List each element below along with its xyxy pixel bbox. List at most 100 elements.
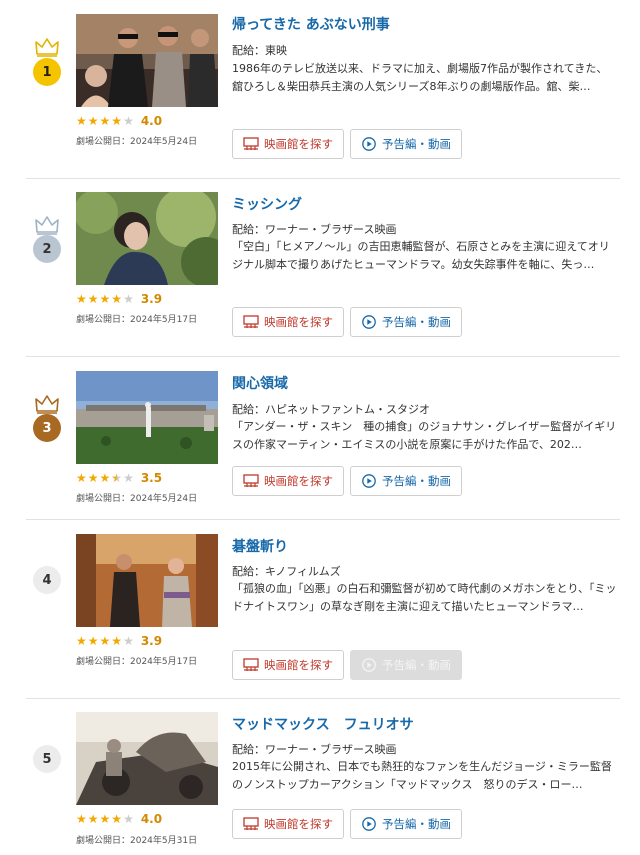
rating-score: 4.0 bbox=[140, 812, 163, 826]
star-icon: ★ bbox=[76, 812, 87, 826]
rating-score: 3.5 bbox=[140, 471, 163, 485]
star-icon: ★ bbox=[123, 114, 134, 128]
trailer-button[interactable]: 予告編・動画 bbox=[350, 466, 462, 496]
divider bbox=[26, 178, 620, 179]
rating-score: 3.9 bbox=[140, 292, 163, 306]
movie-title[interactable]: 関心領域 bbox=[232, 373, 288, 393]
rating-score: 4.0 bbox=[140, 114, 163, 128]
release-date: 劇場公開日：2024年5月17日 bbox=[76, 657, 198, 667]
find-theater-button[interactable]: 映画館を探す bbox=[232, 650, 344, 680]
star-icon: ★ bbox=[99, 634, 111, 648]
movie-poster[interactable] bbox=[76, 192, 218, 285]
star-icon: ★ bbox=[123, 471, 134, 485]
find-theater-button[interactable]: 映画館を探す bbox=[232, 129, 344, 159]
movie-title[interactable]: マッドマックス フュリオサ bbox=[232, 714, 414, 734]
trailer-label: 予告編・動画 bbox=[382, 315, 451, 329]
distributor: 配給：ハピネットファントム・スタジオ bbox=[232, 403, 430, 416]
rating-stars: ★ ★ ★ ★ ★ 3.9 bbox=[76, 633, 162, 649]
find-theater-button[interactable]: 映画館を探す bbox=[232, 466, 344, 496]
movie-poster[interactable] bbox=[76, 14, 218, 107]
play-icon bbox=[361, 658, 377, 672]
star-icon: ★ bbox=[123, 634, 134, 648]
rank-badge: 2 bbox=[33, 235, 61, 263]
rating-stars: ★ ★ ★ ★ ★ 4.0 bbox=[76, 811, 162, 827]
movie-title[interactable]: 碁盤斬り bbox=[232, 536, 288, 556]
star-icon: ★ bbox=[111, 114, 123, 128]
star-icon: ★ bbox=[123, 812, 134, 826]
movie-description: 1986年のテレビ放送以来、ドラマに加え、劇場版7作品が製作されてきた、舘ひろし… bbox=[232, 62, 608, 93]
star-icon: ★ bbox=[99, 812, 111, 826]
theater-icon bbox=[243, 658, 259, 672]
find-theater-button[interactable]: 映画館を探す bbox=[232, 809, 344, 839]
star-icon: ★ bbox=[99, 471, 111, 485]
star-icon: ★ bbox=[76, 292, 87, 306]
rating-score: 3.9 bbox=[140, 634, 163, 648]
star-icon: ★ bbox=[87, 634, 99, 648]
movie-description: 「孤狼の血」「凶悪」の白石和彌監督が初めて時代劇のメガホンをとり、「ミッドナイト… bbox=[232, 582, 617, 613]
play-icon bbox=[361, 315, 377, 329]
movie-description: 2015年に公開され、日本でも熱狂的なファンを生んだジョージ・ミラー監督のノンス… bbox=[232, 760, 612, 791]
crown-icon-silver bbox=[35, 216, 59, 235]
star-icon: ★ bbox=[111, 471, 123, 485]
star-icon: ★ bbox=[99, 114, 111, 128]
theater-icon bbox=[243, 474, 259, 488]
movie-title[interactable]: 帰ってきた あぶない刑事 bbox=[232, 14, 390, 34]
trailer-button: 予告編・動画 bbox=[350, 650, 462, 680]
theater-icon bbox=[243, 137, 259, 151]
trailer-button[interactable]: 予告編・動画 bbox=[350, 809, 462, 839]
star-icon: ★ bbox=[87, 471, 99, 485]
release-date: 劇場公開日：2024年5月17日 bbox=[76, 315, 198, 325]
play-icon bbox=[361, 474, 377, 488]
trailer-label: 予告編・動画 bbox=[382, 474, 451, 488]
rating-stars: ★ ★ ★ ★ ★ 3.5 bbox=[76, 470, 162, 486]
rating-stars: ★ ★ ★ ★ ★ 4.0 bbox=[76, 113, 162, 129]
star-icon: ★ bbox=[87, 812, 99, 826]
theater-icon bbox=[243, 315, 259, 329]
distributor: 配給：ワーナー・ブラザース映画 bbox=[232, 223, 397, 236]
crown-icon-gold bbox=[35, 38, 59, 57]
find-theater-label: 映画館を探す bbox=[264, 137, 333, 151]
crown-icon-bronze bbox=[35, 395, 59, 414]
star-icon: ★ bbox=[111, 634, 123, 648]
rank-badge: 1 bbox=[33, 58, 61, 86]
movie-poster[interactable] bbox=[76, 534, 218, 627]
find-theater-label: 映画館を探す bbox=[264, 658, 333, 672]
trailer-label: 予告編・動画 bbox=[382, 817, 451, 831]
star-icon: ★ bbox=[111, 812, 123, 826]
star-icon: ★ bbox=[111, 292, 123, 306]
divider bbox=[26, 519, 620, 520]
divider bbox=[26, 356, 620, 357]
rank-badge: 4 bbox=[33, 566, 61, 594]
star-icon: ★ bbox=[76, 634, 87, 648]
star-icon: ★ bbox=[87, 292, 99, 306]
release-date: 劇場公開日：2024年5月31日 bbox=[76, 836, 198, 846]
rank-badge: 3 bbox=[33, 414, 61, 442]
rank-badge: 5 bbox=[33, 745, 61, 773]
movie-description: 「アンダー・ザ・スキン 種の捕食」のジョナサン・グレイザー監督がイギリスの作家マ… bbox=[232, 420, 617, 451]
star-icon: ★ bbox=[123, 292, 134, 306]
play-icon bbox=[361, 817, 377, 831]
movie-poster[interactable] bbox=[76, 371, 218, 464]
rating-stars: ★ ★ ★ ★ ★ 3.9 bbox=[76, 291, 162, 307]
distributor: 配給：キノフィルムズ bbox=[232, 565, 341, 578]
movie-poster[interactable] bbox=[76, 712, 218, 805]
star-icon: ★ bbox=[99, 292, 111, 306]
divider bbox=[26, 698, 620, 699]
movie-title[interactable]: ミッシング bbox=[232, 194, 302, 214]
star-icon: ★ bbox=[87, 114, 99, 128]
trailer-label: 予告編・動画 bbox=[382, 137, 451, 151]
find-theater-button[interactable]: 映画館を探す bbox=[232, 307, 344, 337]
distributor: 配給：東映 bbox=[232, 44, 287, 57]
find-theater-label: 映画館を探す bbox=[264, 817, 333, 831]
release-date: 劇場公開日：2024年5月24日 bbox=[76, 137, 198, 147]
star-icon: ★ bbox=[76, 471, 87, 485]
trailer-button[interactable]: 予告編・動画 bbox=[350, 307, 462, 337]
star-icon: ★ bbox=[76, 114, 87, 128]
find-theater-label: 映画館を探す bbox=[264, 474, 333, 488]
movie-description: 「空白」「ヒメアノ～ル」の吉田恵輔監督が、石原さとみを主演に迎えてオリジナル脚本… bbox=[232, 240, 610, 271]
release-date: 劇場公開日：2024年5月24日 bbox=[76, 494, 198, 504]
theater-icon bbox=[243, 817, 259, 831]
distributor: 配給：ワーナー・ブラザース映画 bbox=[232, 743, 397, 756]
trailer-button[interactable]: 予告編・動画 bbox=[350, 129, 462, 159]
trailer-label: 予告編・動画 bbox=[382, 658, 451, 672]
